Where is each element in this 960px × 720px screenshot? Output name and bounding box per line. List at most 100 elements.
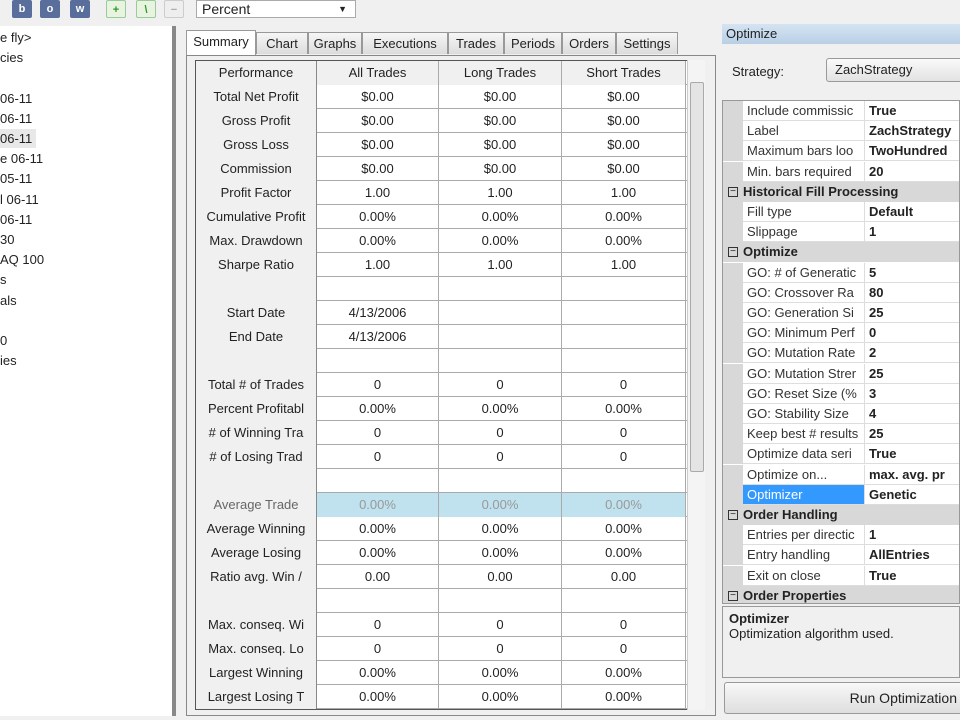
property-value[interactable]: 1 [865,222,959,243]
table-row[interactable]: Average Losing 0.00% 0.00% 0.00% [196,541,694,565]
b-button[interactable]: b [12,0,32,18]
property-category[interactable]: − Historical Fill Processing [723,181,959,202]
property-row[interactable]: GO: Stability Size 4 [723,404,959,424]
table-row[interactable]: Gross Loss $0.00 $0.00 $0.00 [196,133,694,157]
table-row[interactable] [196,349,694,373]
property-row[interactable]: GO: Crossover Ra 80 [723,282,959,303]
property-value[interactable]: TwoHundred [865,141,959,162]
table-row[interactable] [196,277,694,301]
property-row[interactable]: Include commissic True [723,101,959,121]
remove-icon[interactable]: − [164,0,184,18]
property-row[interactable]: Exit on close True [723,565,959,586]
tab-trades[interactable]: Trades [448,32,504,54]
tree-item[interactable]: als [0,291,21,310]
property-value[interactable]: AllEntries [865,545,959,566]
property-row[interactable]: GO: Minimum Perf 0 [723,323,959,344]
property-row[interactable]: Optimize data seri True [723,444,959,465]
property-value[interactable]: 5 [865,263,959,283]
tree-item[interactable]: 06-11 [0,109,36,128]
table-row[interactable] [196,589,694,613]
table-row[interactable]: Start Date 4/13/2006 [196,301,694,325]
table-row[interactable]: Max. conseq. Wi 0 0 0 [196,613,694,637]
property-value[interactable]: 25 [865,424,959,445]
property-value[interactable]: ZachStrategy [865,121,959,142]
property-category[interactable]: − Order Handling [723,505,959,525]
tree-item[interactable]: 30 [0,230,18,249]
property-row[interactable]: GO: Generation Si 25 [723,303,959,323]
w-button[interactable]: w [70,0,90,18]
property-row[interactable]: GO: Mutation Rate 2 [723,343,959,364]
property-row[interactable]: GO: Mutation Strer 25 [723,363,959,384]
property-value[interactable]: Genetic [865,485,959,505]
table-row[interactable] [196,469,694,493]
table-row[interactable]: # of Losing Trad 0 0 0 [196,445,694,469]
instrument-tree[interactable]: e fly> cies 06-11 06-11 06-11 e 06-11 05-11 l 0… [0,26,176,716]
tab-settings[interactable]: Settings [616,32,678,54]
table-row[interactable]: Total # of Trades 0 0 0 [196,373,694,397]
tree-item[interactable] [0,311,4,330]
column-header[interactable]: Short Trades [562,61,686,85]
column-header[interactable]: Long Trades [439,61,562,85]
property-value[interactable]: 4 [865,404,959,424]
tab-orders[interactable]: Orders [562,32,616,54]
property-row[interactable]: GO: # of Generatic 5 [723,262,959,283]
property-value[interactable]: 25 [865,303,959,323]
tree-item[interactable]: l 06-11 [0,190,43,209]
edit-icon[interactable]: \ [136,0,156,18]
table-row[interactable]: Sharpe Ratio 1.00 1.00 1.00 [196,253,694,277]
property-row[interactable]: Keep best # results 25 [723,424,959,445]
tree-item[interactable]: e 06-11 [0,149,47,168]
tree-item[interactable]: 0 [0,331,11,350]
tree-item[interactable]: ies [0,351,21,370]
property-row[interactable]: Min. bars required 20 [723,161,959,182]
table-row[interactable]: Gross Profit $0.00 $0.00 $0.00 [196,109,694,133]
table-row[interactable]: Max. Drawdown 0.00% 0.00% 0.00% [196,229,694,253]
column-header[interactable]: All Trades [317,61,439,85]
o-button[interactable]: o [40,0,60,18]
property-value[interactable]: 0 [865,323,959,344]
tab-periods[interactable]: Periods [504,32,562,54]
table-row[interactable]: Average Winning 0.00% 0.00% 0.00% [196,517,694,541]
property-row[interactable]: Optimizer Genetic [723,484,959,505]
tab-executions[interactable]: Executions [362,32,448,54]
property-value[interactable]: 80 [865,283,959,303]
table-row[interactable]: Max. conseq. Lo 0 0 0 [196,637,694,661]
table-row[interactable]: Ratio avg. Win /0.00 0.00 0.00 [196,565,694,589]
tree-item[interactable]: cies [0,48,27,67]
property-row[interactable]: Fill type Default [723,202,959,222]
property-row[interactable]: Optimize on... max. avg. pr [723,464,959,485]
table-row[interactable]: End Date 4/13/2006 [196,325,694,349]
table-row[interactable]: # of Winning Tra 0 0 0 [196,421,694,445]
tab-chart[interactable]: Chart [256,32,308,54]
tree-item[interactable]: e fly> [0,28,35,47]
collapse-icon[interactable]: − [728,510,738,520]
tree-item[interactable]: s [0,270,11,289]
tree-item[interactable]: AQ 100 [0,250,48,269]
tab-summary[interactable]: Summary [186,30,256,56]
tree-item[interactable]: 06-11 [0,129,37,148]
property-value[interactable]: 1 [865,525,959,546]
property-value[interactable]: 25 [865,364,959,384]
strategy-select[interactable]: ZachStrategy [826,58,960,82]
property-value[interactable]: True [865,444,959,465]
table-row[interactable]: Commission $0.00 $0.00 $0.00 [196,157,694,181]
property-row[interactable]: Maximum bars loo TwoHundred [723,141,959,162]
property-row[interactable]: Slippage 1 [723,222,959,243]
table-row[interactable]: Largest Losing T 0.00% 0.00% 0.00% [196,685,694,709]
add-icon[interactable]: + [106,0,126,18]
property-row[interactable]: Entries per directic 1 [723,525,959,546]
property-row[interactable]: GO: Reset Size (% 3 [723,383,959,404]
property-category[interactable]: − Optimize [723,242,959,263]
tree-item[interactable] [0,68,4,87]
property-value[interactable]: True [865,566,959,586]
property-value[interactable]: Default [865,202,959,222]
run-optimization-button[interactable]: Run Optimization [724,682,960,714]
scrollbar-thumb[interactable] [690,82,704,472]
grid-scrollbar[interactable] [687,60,705,710]
property-row[interactable]: Entry handling AllEntries [723,545,959,566]
collapse-icon[interactable]: − [728,590,738,601]
collapse-icon[interactable]: − [728,186,738,197]
tree-item[interactable]: 06-11 [0,210,36,229]
display-unit-select[interactable]: Percent ▼ [196,0,356,18]
property-value[interactable]: True [865,101,959,121]
